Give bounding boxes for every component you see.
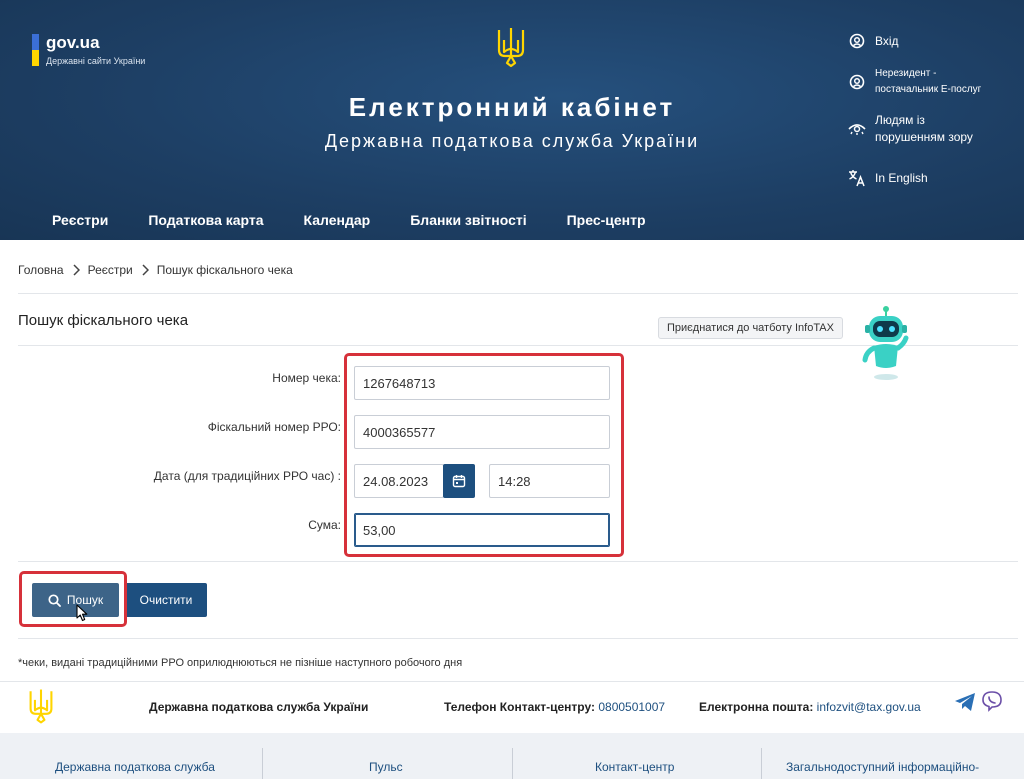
trident-icon [29,689,53,724]
receipt-number-label: Номер чека: [272,371,341,385]
mouse-cursor-icon [76,604,88,622]
phone-value[interactable]: 0800501007 [598,700,665,714]
chevron-right-icon [142,264,149,276]
breadcrumb-current: Пошук фіскального чека [156,263,293,277]
nonresident-label: Нерезидент - постачальник Е-послуг [875,66,981,98]
main-navigation: Реєстри Податкова карта Календар Бланки … [52,212,646,228]
email-value[interactable]: infozvit@tax.gov.ua [817,700,921,714]
footer-email: Електронна пошта: infozvit@tax.gov.ua [699,700,921,714]
english-link[interactable]: In English [848,169,928,187]
viber-icon[interactable] [981,690,1003,712]
eye-icon [848,120,866,138]
date-label: Дата (для традиційних РРО час) : [153,469,341,483]
telegram-icon[interactable] [954,692,976,712]
sum-label: Сума: [308,518,341,532]
vision-impaired-link[interactable]: Людям із порушенням зору [848,112,973,146]
nav-item-calendar[interactable]: Календар [304,212,371,228]
nonresident-label-line1: Нерезидент - [875,68,937,79]
site-header: gov.ua Державні сайти України Електронни… [0,0,1024,240]
bottom-link-tax-service[interactable]: Державна податкова служба [55,760,215,774]
footer-organization: Державна податкова служба України [149,700,369,714]
search-highlight-frame [19,571,127,627]
gov-ua-logo[interactable]: gov.ua Державні сайти України [32,34,145,66]
chatbot-robot-icon[interactable] [860,306,912,382]
nav-item-tax-map[interactable]: Податкова карта [148,212,263,228]
vision-label-line2: порушенням зору [875,130,973,144]
nav-item-registries[interactable]: Реєстри [52,212,108,228]
vision-impaired-label: Людям із порушенням зору [875,112,973,146]
divider [18,638,1018,639]
clear-button[interactable]: Очистити [125,583,207,617]
user-circle-icon [848,32,866,50]
english-label: In English [875,170,928,185]
email-label: Електронна пошта: [699,700,814,714]
fiscal-number-label: Фіскальний номер РРО: [207,420,341,434]
divider [512,748,513,779]
form-highlight-frame [344,353,624,557]
divider [18,293,1018,294]
login-label: Вхід [875,33,899,48]
bottom-link-contact-center[interactable]: Контакт-центр [595,760,674,774]
footer-phone: Телефон Контакт-центру: 0800501007 [444,700,665,714]
gov-ua-subtitle: Державні сайти України [46,56,146,66]
user-circle-icon [848,73,866,91]
nonresident-label-line2: постачальник Е-послуг [875,84,982,95]
nonresident-link[interactable]: Нерезидент - постачальник Е-послуг [848,66,981,98]
breadcrumb-registries[interactable]: Реєстри [88,263,133,277]
bottom-link-pulse[interactable]: Пульс [369,760,403,774]
publication-note: *чеки, видані традиційними РРО оприлюдню… [18,657,463,669]
breadcrumb: Головна Реєстри Пошук фіскального чека [18,263,293,277]
vision-label-line1: Людям із [875,113,925,127]
translate-icon [848,169,866,187]
bottom-link-public-info[interactable]: Загальнодоступний інформаційно- [786,760,979,774]
divider [761,748,762,779]
chatbot-join-button[interactable]: Приєднатися до чатботу InfoTAX [658,317,843,339]
divider [262,748,263,779]
login-link[interactable]: Вхід [848,32,899,50]
nav-item-report-forms[interactable]: Бланки звітності [410,212,526,228]
divider [18,561,1018,562]
phone-label: Телефон Контакт-центру: [444,700,595,714]
trident-icon [497,28,525,68]
nav-item-press-center[interactable]: Прес-центр [567,212,646,228]
chevron-right-icon [73,264,80,276]
page-title: Пошук фіскального чека [18,312,189,329]
ukraine-flag-icon [32,34,39,66]
breadcrumb-home[interactable]: Головна [18,263,64,277]
gov-ua-name: gov.ua [46,33,100,52]
